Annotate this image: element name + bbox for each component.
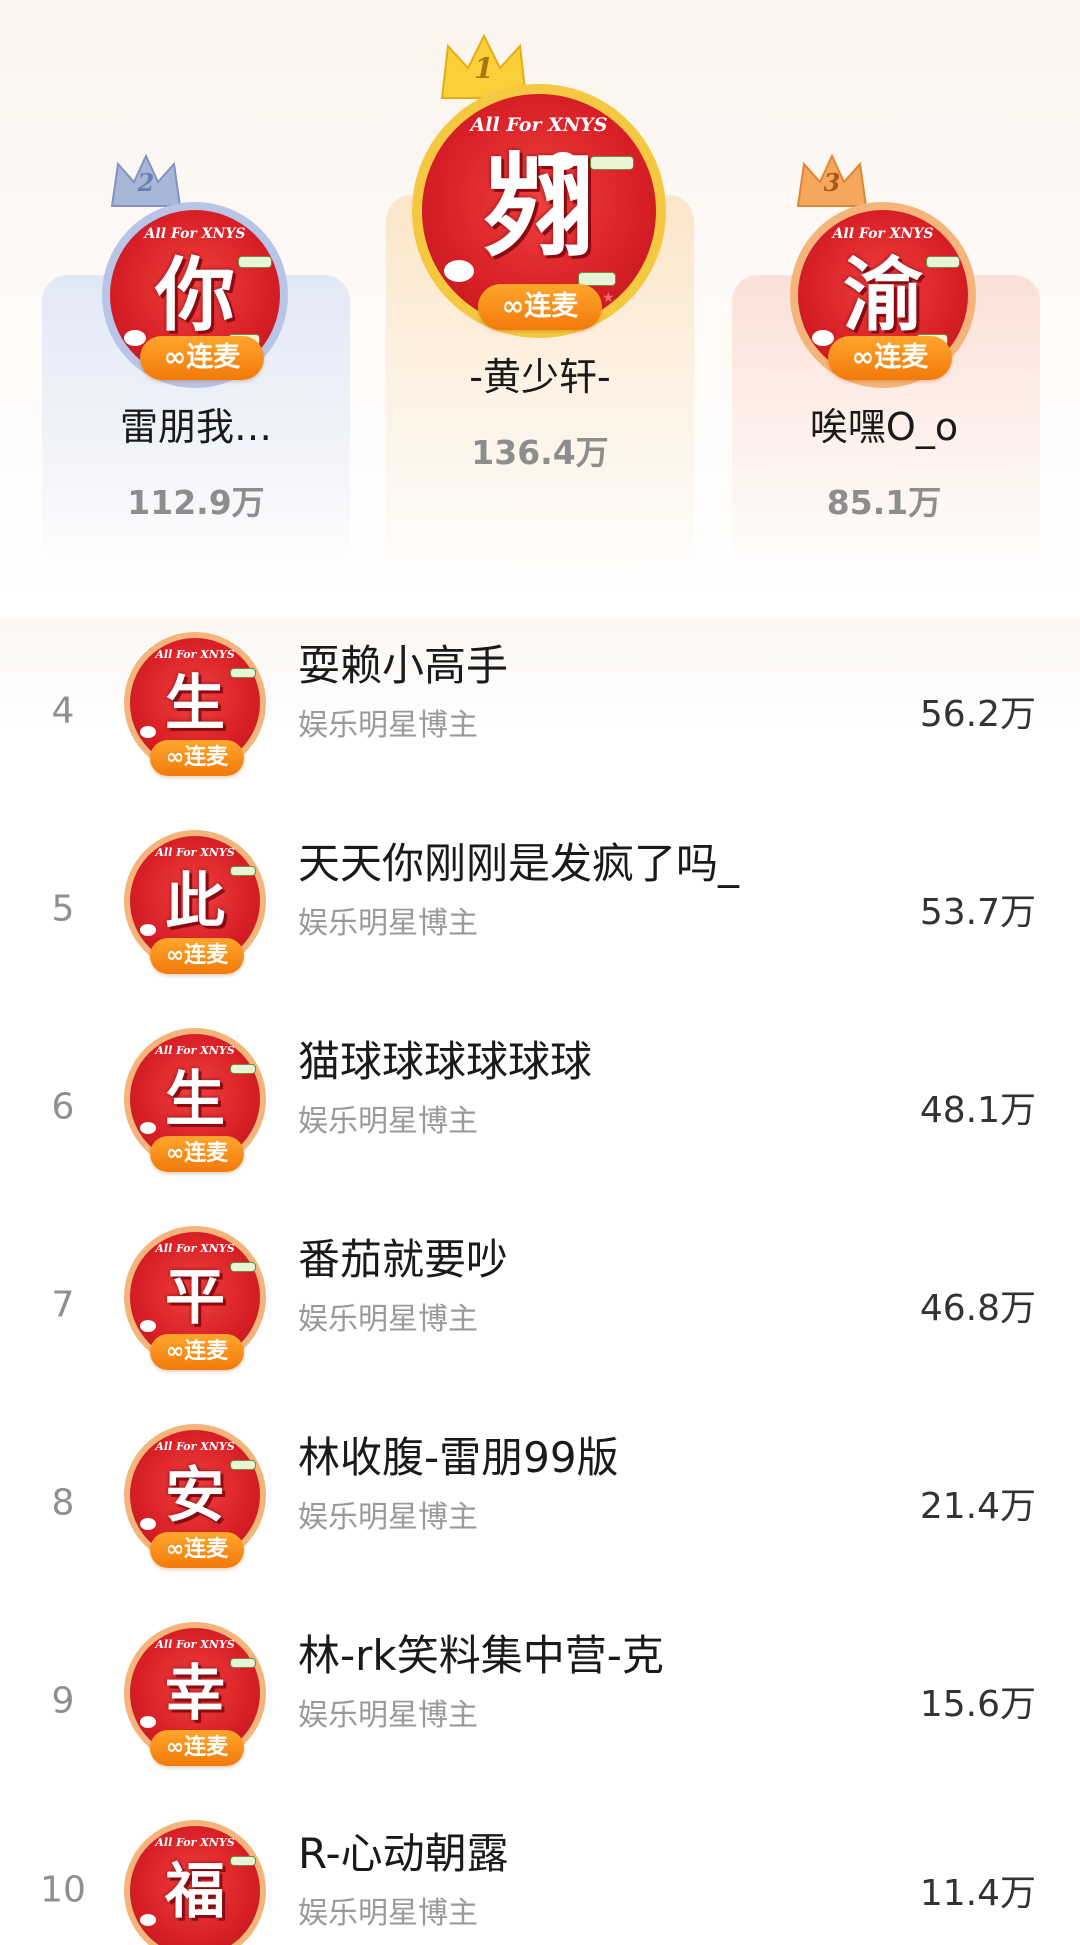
- crown-rank-number: 3: [823, 168, 841, 197]
- list-item[interactable]: 7 All For XNYS 平 ∞连麦 番茄就要吵 娱乐明星博主 46.8万: [0, 1206, 1080, 1404]
- user-category: 娱乐明星博主: [298, 708, 478, 743]
- avatar-tag-text: All For XNYS: [144, 226, 246, 242]
- mascot-icon: [444, 260, 474, 282]
- list-item[interactable]: 5 All For XNYS 此 ∞连麦 天天你刚刚是发疯了吗_ 娱乐明星博主 …: [0, 810, 1080, 1008]
- user-category: 娱乐明星博主: [298, 906, 478, 941]
- sticker-icon: [230, 1460, 256, 1470]
- mascot-icon: [140, 924, 156, 936]
- list-item[interactable]: 6 All For XNYS 生 ∞连麦 猫球球球球球球 娱乐明星博主 48.1…: [0, 1008, 1080, 1206]
- mascot-icon: [140, 1716, 156, 1728]
- list-item[interactable]: 9 All For XNYS 幸 ∞连麦 林-rk笑料集中营-克 娱乐明星博主 …: [0, 1602, 1080, 1800]
- mascot-icon: [140, 1914, 156, 1926]
- link-icon: ∞: [851, 342, 875, 373]
- list-item[interactable]: 10 All For XNYS 福 R-心动朝露 娱乐明星博主 11.4万: [0, 1800, 1080, 1945]
- avatar-tag-text: All For XNYS: [155, 1836, 235, 1849]
- rank-number: 10: [40, 1869, 86, 1911]
- link-icon: ∞: [165, 1537, 185, 1562]
- user-score: 11.4万: [919, 1873, 1036, 1914]
- live-badge: ∞连麦: [150, 938, 244, 974]
- link-icon: ∞: [165, 943, 185, 968]
- podium-score: 85.1万: [826, 483, 942, 522]
- sticker-icon: [230, 1064, 256, 1074]
- link-icon: ∞: [163, 342, 187, 373]
- user-name: 天天你刚刚是发疯了吗_: [298, 839, 740, 888]
- mascot-icon: [550, 152, 576, 170]
- link-icon: ∞: [165, 1735, 185, 1760]
- user-name: 林-rk笑料集中营-克: [298, 1631, 664, 1680]
- user-score: 56.2万: [919, 694, 1036, 735]
- star-icon: ★: [602, 290, 615, 306]
- sticker-icon: [926, 256, 960, 268]
- avatar-tag-text: All For XNYS: [155, 1242, 235, 1255]
- rank-number: 7: [51, 1284, 75, 1326]
- user-name: 番茄就要吵: [298, 1235, 509, 1284]
- live-badge: ∞连麦: [150, 1136, 244, 1172]
- live-badge: ∞连麦: [150, 1730, 244, 1766]
- mascot-icon: [140, 1518, 156, 1530]
- podium-name: -黄少轩-: [469, 355, 611, 399]
- mascot-icon: [140, 1122, 156, 1134]
- avatar-tag-text: All For XNYS: [155, 846, 235, 859]
- user-category: 娱乐明星博主: [298, 1698, 478, 1733]
- sticker-icon: [230, 1658, 256, 1668]
- link-icon: ∞: [165, 745, 185, 770]
- sticker-icon: [230, 1856, 256, 1866]
- avatar-tag-text: All For XNYS: [155, 648, 235, 661]
- avatar-tag-text: All For XNYS: [155, 1440, 235, 1453]
- user-score: 46.8万: [919, 1288, 1036, 1329]
- user-category: 娱乐明星博主: [298, 1104, 478, 1139]
- crown-rank-number: 2: [137, 168, 155, 197]
- user-category: 娱乐明星博主: [298, 1500, 478, 1535]
- avatar-tag-text: All For XNYS: [832, 226, 934, 242]
- user-name: R-心动朝露: [298, 1829, 509, 1878]
- live-badge: ∞连麦: [150, 740, 244, 776]
- user-name: 林收腹-雷朋99版: [298, 1433, 619, 1482]
- user-score: 48.1万: [919, 1090, 1036, 1131]
- mascot-icon: [140, 726, 156, 738]
- live-badge: ∞连麦: [150, 1334, 244, 1370]
- rank-number: 8: [51, 1482, 75, 1524]
- avatar-tag-text: All For XNYS: [470, 114, 608, 136]
- rank-number: 6: [51, 1086, 75, 1128]
- user-name: 猫球球球球球球: [298, 1037, 593, 1086]
- live-badge: ∞连麦: [140, 336, 264, 380]
- user-name: 耍赖小高手: [298, 641, 509, 690]
- list-item[interactable]: 4 All For XNYS 生 ∞连麦 耍赖小高手 娱乐明星博主 56.2万: [0, 612, 1080, 810]
- avatar-tag-text: All For XNYS: [155, 1044, 235, 1057]
- mascot-icon: [812, 330, 834, 346]
- podium-score: 112.9万: [127, 483, 265, 522]
- sticker-icon: [230, 866, 256, 876]
- rank-number: 4: [51, 690, 75, 732]
- avatar-tag-text: All For XNYS: [155, 1638, 235, 1651]
- sticker-icon: [238, 256, 272, 268]
- podium-name: 雷朋我…: [119, 405, 272, 449]
- rank-number: 5: [51, 888, 75, 930]
- sticker-icon: [230, 1262, 256, 1272]
- list-item[interactable]: 8 All For XNYS 安 ∞连麦 林收腹-雷朋99版 娱乐明星博主 21…: [0, 1404, 1080, 1602]
- live-badge: ∞连麦: [150, 1532, 244, 1568]
- sticker-icon: [230, 668, 256, 678]
- rank-number: 9: [51, 1680, 75, 1722]
- podium-score: 136.4万: [471, 433, 609, 472]
- user-score: 53.7万: [919, 892, 1036, 933]
- user-category: 娱乐明星博主: [298, 1896, 478, 1931]
- link-icon: ∞: [165, 1339, 185, 1364]
- user-score: 21.4万: [919, 1486, 1036, 1527]
- avatar[interactable]: All For XNYS 福: [124, 1820, 266, 1945]
- mascot-icon: [140, 1320, 156, 1332]
- link-icon: ∞: [165, 1141, 185, 1166]
- user-category: 娱乐明星博主: [298, 1302, 478, 1337]
- mascot-icon: [124, 330, 146, 346]
- crown-rank-number: 1: [474, 52, 494, 85]
- link-icon: ∞: [501, 291, 525, 322]
- live-badge: ∞连麦: [478, 284, 602, 330]
- sticker-icon: [590, 156, 634, 170]
- podium-name: 唉嘿O_o: [809, 405, 959, 449]
- live-badge: ∞连麦: [828, 336, 952, 380]
- user-score: 15.6万: [919, 1684, 1036, 1725]
